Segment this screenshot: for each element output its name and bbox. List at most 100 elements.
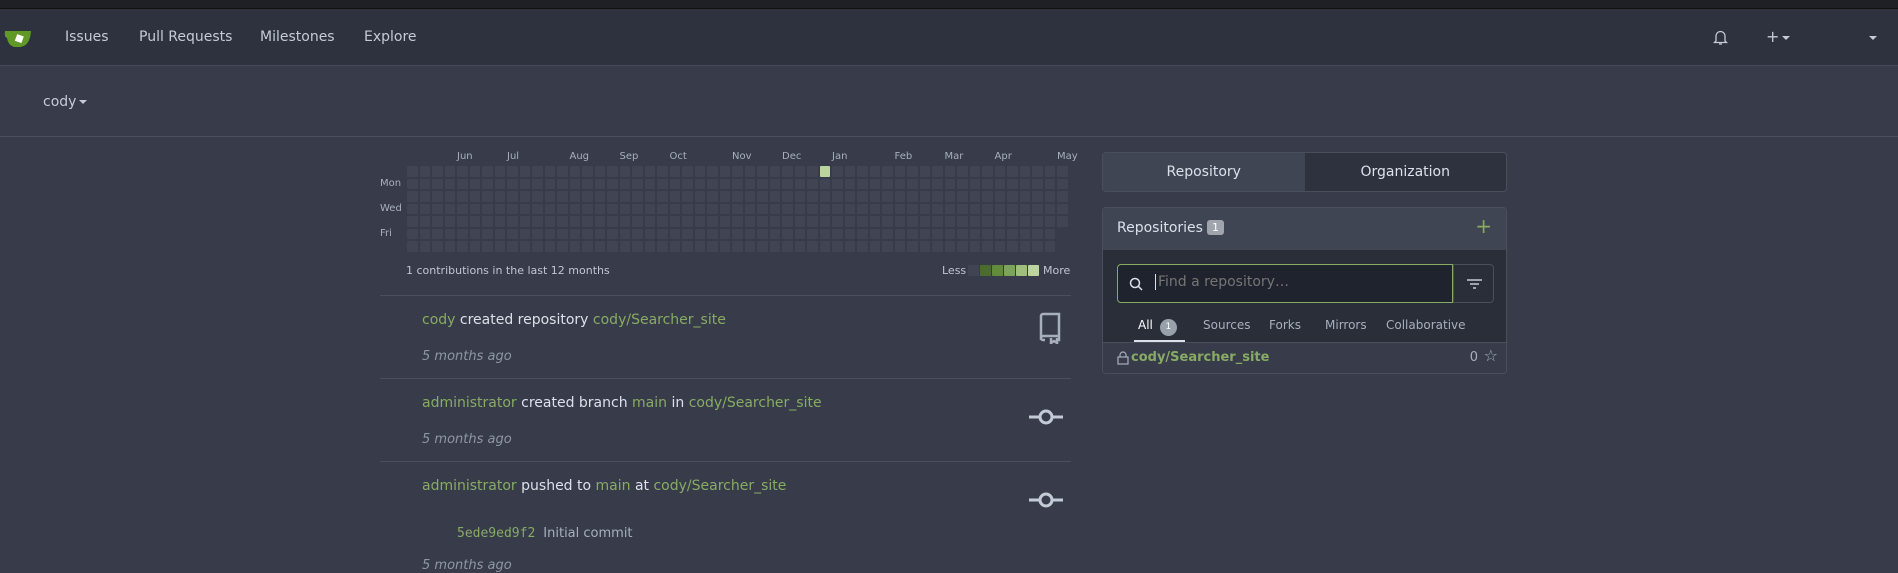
heatmap-cell[interactable] [982, 228, 993, 239]
heatmap-cell[interactable] [807, 216, 818, 227]
heatmap-cell[interactable] [869, 166, 880, 177]
heatmap-cell[interactable] [519, 241, 530, 252]
heatmap-cell[interactable] [507, 191, 518, 202]
commit-sha-link[interactable]: 5ede9ed9f2 [457, 526, 535, 541]
heatmap-cell[interactable] [619, 241, 630, 252]
heatmap-cell[interactable] [457, 178, 468, 189]
feed-link[interactable]: main [596, 478, 631, 494]
heatmap-cell[interactable] [732, 191, 743, 202]
heatmap-cell[interactable] [432, 241, 443, 252]
heatmap-cell[interactable] [1032, 166, 1043, 177]
heatmap-cell[interactable] [757, 216, 768, 227]
heatmap-cell[interactable] [1057, 191, 1068, 202]
heatmap-cell[interactable] [607, 216, 618, 227]
heatmap-cell[interactable] [782, 241, 793, 252]
heatmap-cell[interactable] [907, 203, 918, 214]
heatmap-cell[interactable] [432, 166, 443, 177]
heatmap-cell[interactable] [732, 166, 743, 177]
heatmap-cell[interactable] [982, 216, 993, 227]
heatmap-cell[interactable] [982, 241, 993, 252]
heatmap-cell[interactable] [844, 241, 855, 252]
heatmap-cell[interactable] [907, 228, 918, 239]
heatmap-cell[interactable] [544, 241, 555, 252]
heatmap-cell[interactable] [557, 166, 568, 177]
heatmap-cell[interactable] [932, 166, 943, 177]
heatmap-cell[interactable] [1044, 241, 1055, 252]
heatmap-cell[interactable] [957, 228, 968, 239]
heatmap-cell[interactable] [969, 241, 980, 252]
heatmap-cell[interactable] [494, 178, 505, 189]
heatmap-cell[interactable] [669, 203, 680, 214]
heatmap-cell[interactable] [994, 216, 1005, 227]
heatmap-cell[interactable] [694, 191, 705, 202]
heatmap-cell[interactable] [857, 166, 868, 177]
heatmap-cell[interactable] [469, 203, 480, 214]
heatmap-cell[interactable] [794, 178, 805, 189]
heatmap-cell[interactable] [769, 166, 780, 177]
heatmap-cell[interactable] [819, 241, 830, 252]
heatmap-cell[interactable] [807, 191, 818, 202]
heatmap-cell[interactable] [819, 203, 830, 214]
heatmap-cell[interactable] [457, 203, 468, 214]
heatmap-cell[interactable] [944, 178, 955, 189]
heatmap-cell[interactable] [1032, 191, 1043, 202]
heatmap-cell[interactable] [894, 166, 905, 177]
heatmap-cell[interactable] [419, 178, 430, 189]
heatmap-cell[interactable] [407, 228, 418, 239]
heatmap-cell[interactable] [844, 166, 855, 177]
heatmap-cell[interactable] [519, 216, 530, 227]
heatmap-cell[interactable] [519, 191, 530, 202]
heatmap-cell[interactable] [869, 228, 880, 239]
heatmap-cell[interactable] [494, 203, 505, 214]
heatmap-cell[interactable] [782, 191, 793, 202]
heatmap-cell[interactable] [807, 203, 818, 214]
heatmap-cell[interactable] [732, 203, 743, 214]
heatmap-cell[interactable] [432, 178, 443, 189]
heatmap-cell[interactable] [1007, 216, 1018, 227]
heatmap-cell[interactable] [482, 191, 493, 202]
heatmap-cell[interactable] [919, 228, 930, 239]
nav-issues[interactable]: Issues [65, 29, 109, 45]
heatmap-cell[interactable] [582, 228, 593, 239]
heatmap-cell[interactable] [582, 191, 593, 202]
heatmap-cell[interactable] [944, 241, 955, 252]
heatmap-cell[interactable] [632, 191, 643, 202]
heatmap-cell[interactable] [757, 178, 768, 189]
heatmap-cell[interactable] [407, 191, 418, 202]
heatmap-cell[interactable] [832, 228, 843, 239]
heatmap-cell[interactable] [857, 241, 868, 252]
heatmap-cell[interactable] [694, 203, 705, 214]
heatmap-cell[interactable] [944, 166, 955, 177]
heatmap-cell[interactable] [832, 241, 843, 252]
heatmap-cell[interactable] [507, 241, 518, 252]
heatmap-cell[interactable] [607, 241, 618, 252]
heatmap-cell[interactable] [1007, 191, 1018, 202]
heatmap-cell[interactable] [619, 166, 630, 177]
new-repository-plus-icon[interactable]: + [1475, 214, 1492, 238]
filter-all[interactable]: All 1 [1138, 318, 1177, 336]
heatmap-cell[interactable] [669, 166, 680, 177]
heatmap-cell[interactable] [657, 216, 668, 227]
tab-organization[interactable]: Organization [1304, 153, 1506, 191]
heatmap-cell[interactable] [782, 178, 793, 189]
heatmap-cell[interactable] [894, 178, 905, 189]
heatmap-cell[interactable] [1044, 178, 1055, 189]
heatmap-cell[interactable] [707, 178, 718, 189]
heatmap-cell[interactable] [807, 228, 818, 239]
filter-sources[interactable]: Sources [1203, 318, 1250, 332]
heatmap-cell[interactable] [969, 166, 980, 177]
heatmap-cell[interactable] [532, 241, 543, 252]
heatmap-cell[interactable] [707, 203, 718, 214]
heatmap-cell[interactable] [882, 228, 893, 239]
nav-milestones[interactable]: Milestones [260, 29, 335, 45]
heatmap-cell[interactable] [469, 191, 480, 202]
heatmap-cell[interactable] [532, 191, 543, 202]
heatmap-cell[interactable] [957, 241, 968, 252]
heatmap-cell[interactable] [594, 203, 605, 214]
heatmap-cell[interactable] [644, 191, 655, 202]
heatmap-cell[interactable] [919, 216, 930, 227]
heatmap-cell[interactable] [519, 228, 530, 239]
heatmap-cell[interactable] [969, 228, 980, 239]
heatmap-cell[interactable] [444, 203, 455, 214]
heatmap-cell[interactable] [832, 203, 843, 214]
